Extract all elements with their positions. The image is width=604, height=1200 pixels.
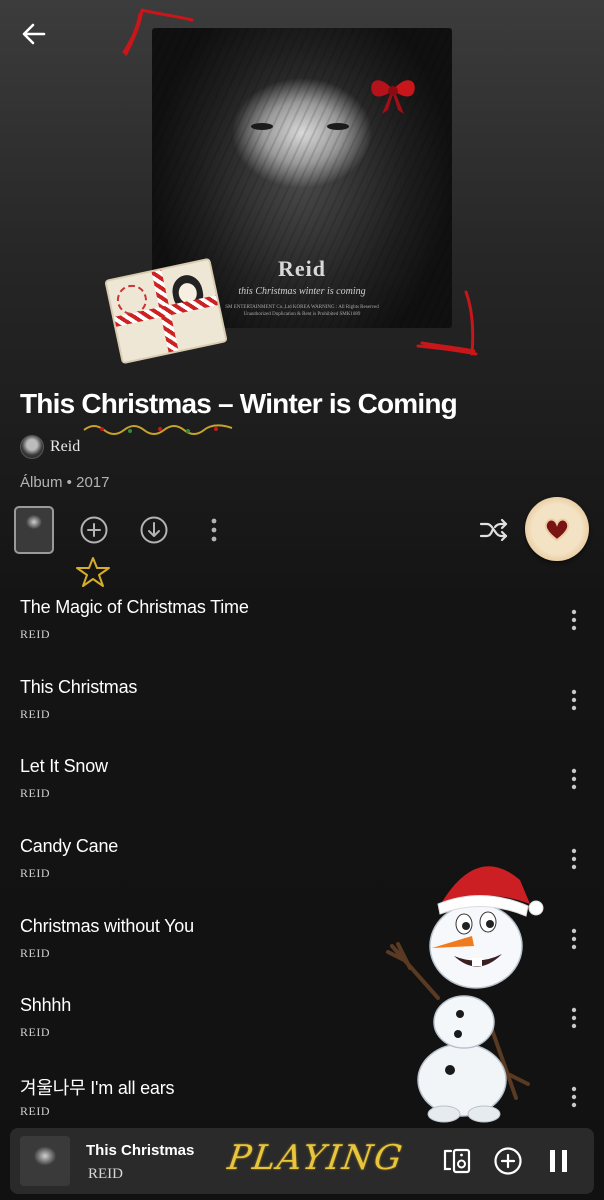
heart-cookie-icon	[544, 518, 570, 542]
album-title: This Christmas – Winter is Coming	[20, 388, 458, 419]
track-more-button[interactable]	[562, 1082, 586, 1112]
devices-button[interactable]	[440, 1144, 474, 1178]
more-vertical-icon	[571, 689, 577, 711]
shuffle-button[interactable]	[476, 512, 512, 548]
devices-icon	[443, 1148, 471, 1174]
mini-player[interactable]: This Christmas REID PLAYING	[10, 1128, 594, 1194]
album-meta: Álbum • 2017	[20, 474, 110, 491]
more-vertical-icon	[571, 928, 577, 950]
add-to-library-button[interactable]	[76, 512, 112, 548]
track-title: Let It Snow	[20, 756, 108, 776]
red-bow-sticker	[371, 80, 415, 114]
pause-button[interactable]	[542, 1144, 576, 1178]
back-button[interactable]	[14, 14, 54, 54]
track-artist: REID	[20, 1025, 50, 1039]
track-more-button[interactable]	[562, 764, 586, 794]
track-title: Shhhh	[20, 995, 72, 1015]
shuffle-icon	[479, 518, 508, 542]
pause-icon	[550, 1150, 567, 1172]
track-artist: REID	[20, 627, 50, 641]
now-playing-artist: REID	[88, 1166, 123, 1182]
track-more-button[interactable]	[562, 924, 586, 954]
track-more-button[interactable]	[562, 844, 586, 874]
download-button[interactable]	[136, 512, 172, 548]
track-artist: REID	[20, 946, 50, 960]
track-more-button[interactable]	[562, 605, 586, 635]
track-title: The Magic of Christmas Time	[20, 597, 249, 617]
more-options-button[interactable]	[196, 512, 232, 548]
track-title: Candy Cane	[20, 836, 119, 856]
now-playing-art	[20, 1136, 70, 1186]
track-artist: REID	[20, 866, 50, 880]
more-vertical-icon	[211, 518, 217, 542]
album-thumbnail-button[interactable]	[14, 506, 54, 554]
more-vertical-icon	[571, 609, 577, 631]
arrow-left-icon	[22, 23, 46, 45]
garland-doodle	[83, 424, 233, 435]
track-title: This Christmas	[20, 677, 138, 697]
plus-circle-icon	[80, 516, 108, 544]
plus-circle-icon	[494, 1147, 522, 1175]
more-vertical-icon	[571, 848, 577, 870]
more-vertical-icon	[571, 1007, 577, 1029]
track-more-button[interactable]	[562, 1003, 586, 1033]
track-artist: REID	[20, 786, 50, 800]
play-button[interactable]	[525, 497, 589, 561]
more-vertical-icon	[571, 768, 577, 790]
more-vertical-icon	[571, 1086, 577, 1108]
artist-name: Reid	[50, 438, 81, 455]
star-doodle	[76, 557, 110, 587]
artist-avatar	[20, 435, 44, 459]
add-to-playlist-button[interactable]	[491, 1144, 525, 1178]
artist-link[interactable]: Reid	[20, 435, 80, 459]
track-row[interactable]: Let It Snow REID	[0, 756, 604, 828]
track-more-button[interactable]	[562, 685, 586, 715]
track-artist: REID	[20, 707, 50, 721]
track-row[interactable]: This Christmas REID	[0, 677, 604, 749]
playing-doodle-text: PLAYING	[225, 1138, 407, 1178]
track-title: Christmas without You	[20, 916, 194, 936]
download-circle-icon	[140, 516, 168, 544]
track-artist: REID	[20, 1104, 50, 1118]
gift-box-sticker	[104, 257, 228, 365]
track-row[interactable]: The Magic of Christmas Time REID	[0, 597, 604, 669]
track-title: 겨울나무 I'm all ears	[20, 1078, 175, 1098]
snowman-sticker	[386, 866, 544, 1123]
now-playing-title: This Christmas	[86, 1142, 195, 1159]
